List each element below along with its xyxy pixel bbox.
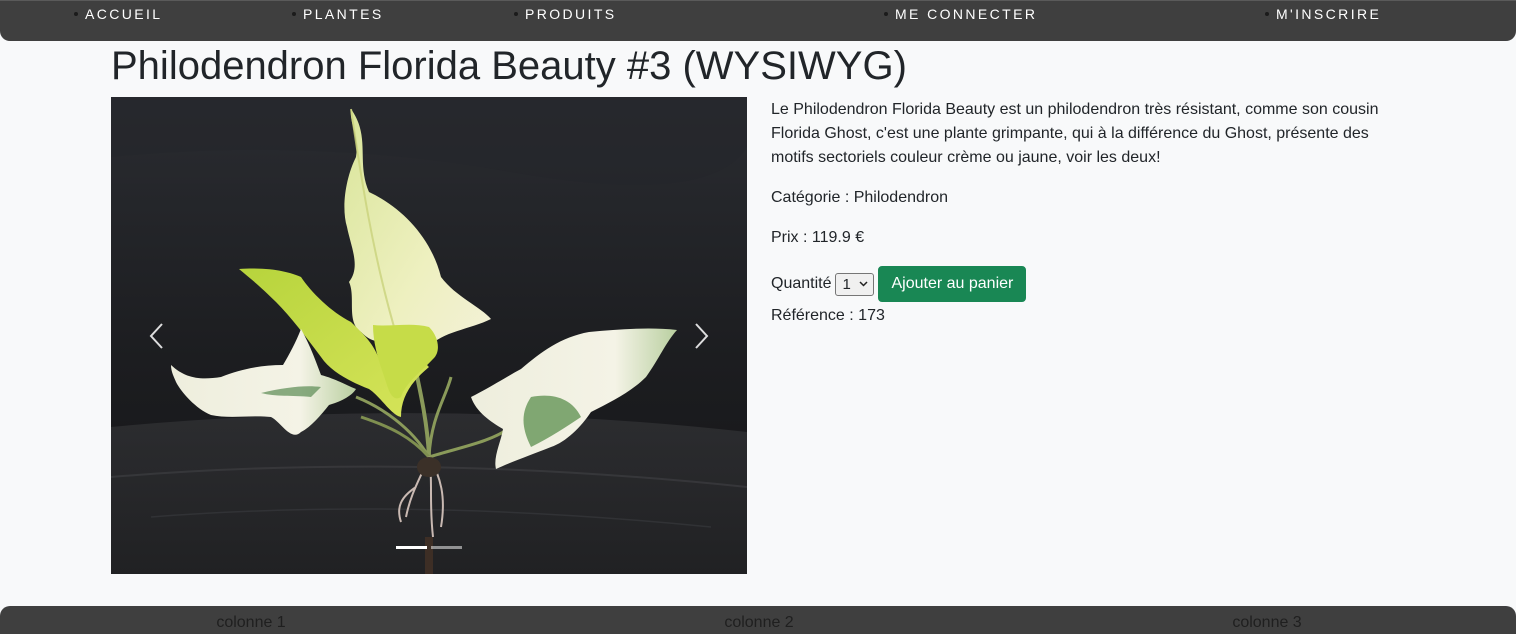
top-navbar: ACCUEIL PLANTES PRODUITS ME CONNECTER M'…	[0, 0, 1516, 41]
chevron-left-icon	[149, 322, 163, 349]
quantity-value: 1	[842, 275, 851, 293]
reference-row: Référence : 173	[771, 304, 885, 328]
nav-item-produits[interactable]: PRODUITS	[514, 6, 617, 22]
category-value: Philodendron	[853, 189, 949, 206]
footer-column-label: colonne 2	[724, 614, 794, 631]
price-value: 119.9 €	[811, 229, 865, 246]
footer-column-label: colonne 1	[216, 614, 286, 631]
nav-item-label: M'INSCRIRE	[1276, 6, 1382, 22]
nav-bullet-icon	[1265, 12, 1269, 16]
nav-item-me-connecter[interactable]: ME CONNECTER	[884, 6, 1037, 22]
nav-item-label: PRODUITS	[525, 6, 617, 22]
quantity-select[interactable]: 1	[835, 272, 875, 296]
product-description: Le Philodendron Florida Beauty est un ph…	[771, 101, 1379, 166]
chevron-right-icon	[695, 322, 709, 349]
nav-item-m-inscrire[interactable]: M'INSCRIRE	[1265, 6, 1381, 22]
quantity-row: Quantité 1 Ajouter au panier	[771, 266, 1027, 302]
nav-bullet-icon	[74, 12, 78, 16]
carousel-indicator-active[interactable]	[396, 546, 427, 549]
carousel-prev-button[interactable]	[111, 97, 201, 574]
footer-column-label: colonne 3	[1232, 614, 1302, 631]
price-row: Prix : 119.9 €	[771, 226, 1391, 250]
add-to-cart-button[interactable]: Ajouter au panier	[878, 266, 1027, 302]
nav-item-label: ME CONNECTER	[895, 6, 1038, 22]
nav-bullet-icon	[292, 12, 296, 16]
nav-item-label: ACCUEIL	[85, 6, 163, 22]
category-row: Catégorie : Philodendron	[771, 186, 1391, 210]
nav-bullet-icon	[514, 12, 518, 16]
price-label: Prix :	[771, 229, 808, 246]
nav-bullet-icon	[884, 12, 888, 16]
product-info: Le Philodendron Florida Beauty est un ph…	[771, 98, 1391, 266]
product-photo	[111, 97, 747, 574]
carousel-indicator[interactable]	[431, 546, 462, 549]
nav-item-accueil[interactable]: ACCUEIL	[74, 6, 162, 22]
nav-item-plantes[interactable]: PLANTES	[292, 6, 384, 22]
reference-value: 173	[858, 307, 885, 324]
page-title: Philodendron Florida Beauty #3 (WYSIWYG)	[111, 44, 907, 88]
footer: colonne 1 colonne 2 colonne 3	[0, 606, 1516, 634]
category-label: Catégorie :	[771, 189, 850, 206]
chevron-down-icon	[859, 280, 869, 287]
reference-label: Référence :	[771, 307, 854, 324]
carousel-next-button[interactable]	[657, 97, 747, 574]
nav-item-label: PLANTES	[303, 6, 384, 22]
product-image-carousel	[111, 97, 747, 574]
quantity-label: Quantité	[771, 275, 832, 292]
